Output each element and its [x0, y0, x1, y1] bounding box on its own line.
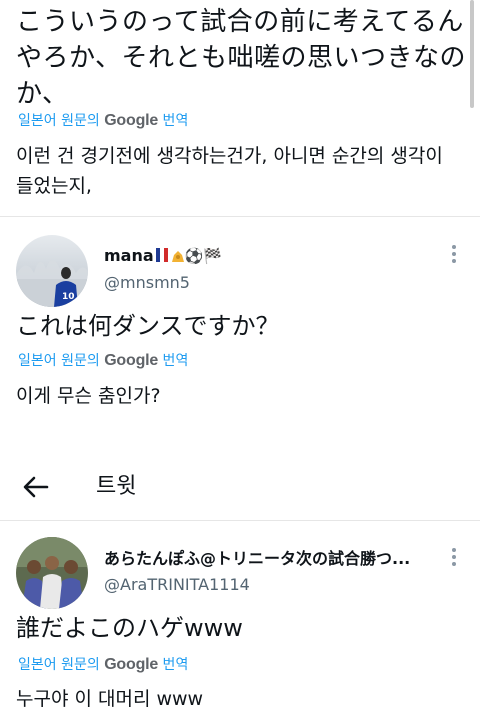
user-handle[interactable]: @AraTRINITA1114 — [104, 574, 250, 596]
translated-by-google-label[interactable]: 일본어 원문의 Google 번역 — [18, 656, 188, 674]
scroll-indicator[interactable] — [470, 0, 474, 108]
translated-by-google-label[interactable]: 일본어 원문의 Google 번역 — [18, 112, 188, 130]
tweet-thread-screen: こういうのって試合の前に考えてるんやろか、それとも咄嗟の思いつきなのか、 일본어… — [0, 0, 480, 724]
back-button[interactable] — [20, 472, 52, 502]
google-logo: Google — [104, 656, 159, 673]
avatar[interactable] — [16, 537, 88, 609]
tweet-text: 誰だよこのハゲwww — [16, 614, 243, 642]
translation-prefix: 일본어 원문의 — [18, 657, 105, 673]
user-handle[interactable]: @mnsmn5 — [104, 272, 190, 294]
avatar[interactable]: 10 — [16, 235, 88, 307]
page-title: 트윗 — [96, 474, 137, 499]
translation-prefix: 일본어 원문의 — [18, 353, 105, 369]
tweet-header-bar: 트윗 — [0, 462, 480, 512]
jersey-number: 10 — [62, 292, 75, 302]
display-name[interactable]: あらたんぽふ@トリニータ次の試合勝つ... — [104, 548, 410, 570]
google-logo: Google — [104, 352, 159, 369]
translation-prefix: 일본어 원문의 — [18, 113, 105, 129]
google-logo: Google — [104, 112, 159, 129]
translation-suffix: 번역 — [158, 657, 189, 673]
name-emoji: ⚽🏁 — [184, 247, 223, 265]
display-name-text: mana — [104, 246, 154, 265]
more-options-icon[interactable] — [447, 243, 461, 265]
divider — [0, 520, 480, 521]
avatar-emoji — [171, 247, 185, 262]
translation-suffix: 번역 — [158, 353, 189, 369]
divider — [0, 216, 480, 217]
arrow-left-icon — [23, 476, 49, 498]
translated-text: 이런 건 경기전에 생각하는건가, 아니면 순간의 생각이 들었는지, — [16, 145, 443, 197]
translated-by-google-label[interactable]: 일본어 원문의 Google 번역 — [18, 352, 188, 370]
france-flag-icon — [155, 248, 168, 262]
translation-suffix: 번역 — [158, 113, 189, 129]
tweet-text: こういうのって試合の前に考えてるんやろか、それとも咄嗟の思いつきなのか、 — [16, 7, 466, 109]
display-name[interactable]: mana ⚽🏁 — [104, 245, 222, 267]
tweet-text: これは何ダンスですか？ — [16, 312, 280, 340]
more-options-icon[interactable] — [447, 546, 461, 568]
translated-text: 누구야 이 대머리 www — [16, 688, 204, 710]
translated-text: 이게 무슨 춤인가? — [16, 385, 161, 407]
